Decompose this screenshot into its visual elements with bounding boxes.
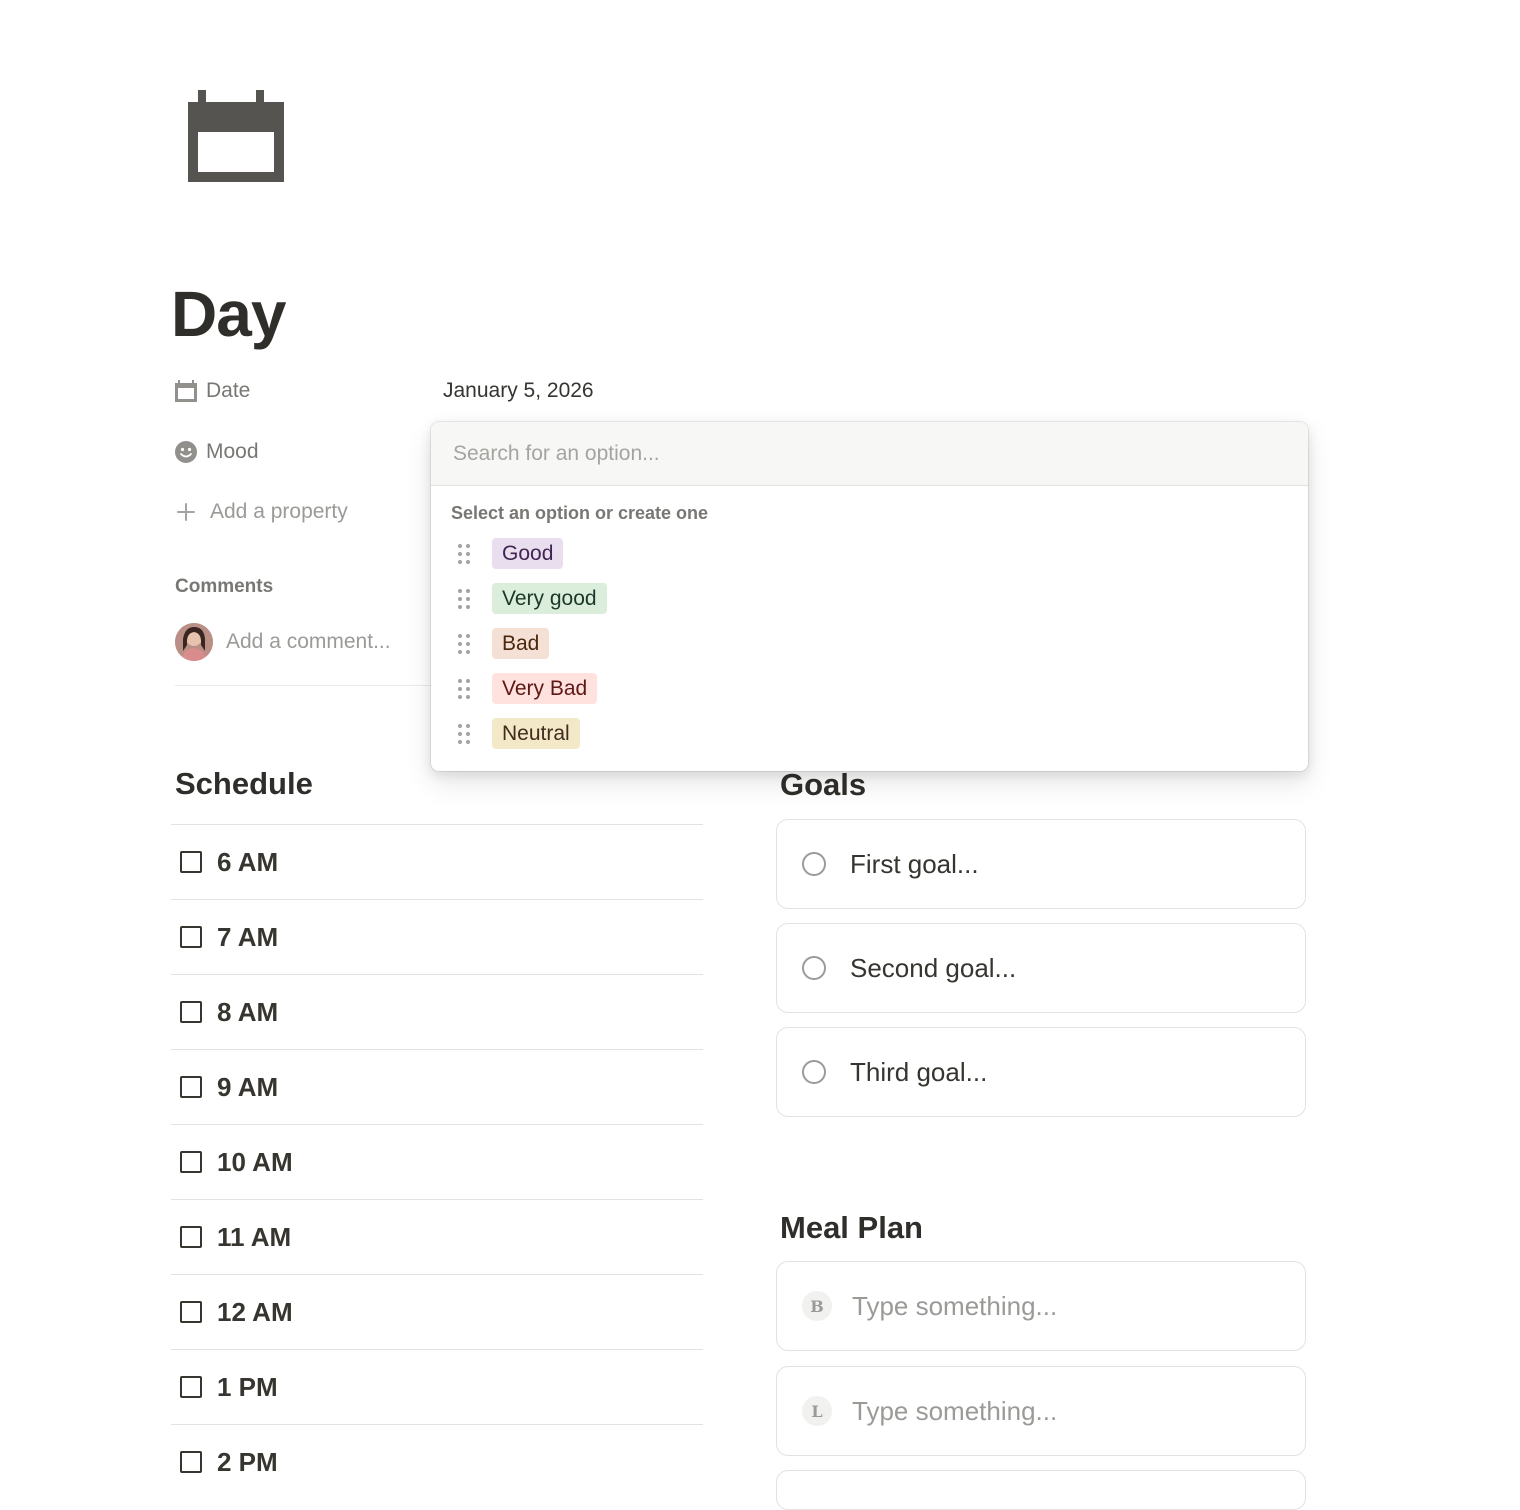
checkbox[interactable] <box>180 1451 202 1473</box>
property-mood[interactable]: Mood <box>174 432 259 472</box>
schedule-item[interactable]: 6 AM <box>171 824 703 899</box>
schedule-item-label: 8 AM <box>217 996 279 1027</box>
meal-input[interactable]: Type something... <box>852 1396 1057 1427</box>
mood-option[interactable]: Neutral <box>431 711 1308 756</box>
schedule-item-label: 6 AM <box>217 846 279 877</box>
option-tag[interactable]: Bad <box>492 628 550 659</box>
checkbox[interactable] <box>180 926 202 948</box>
circle-checkbox-icon[interactable] <box>802 1060 826 1084</box>
drag-handle-icon[interactable] <box>457 543 471 565</box>
mood-option[interactable]: Good <box>431 531 1308 576</box>
schedule-item-label: 7 AM <box>217 921 279 952</box>
schedule-item-label: 10 AM <box>217 1146 293 1177</box>
schedule-item-label: 12 AM <box>217 1296 293 1327</box>
goals-heading: Goals <box>780 767 867 802</box>
comments-label: Comments <box>175 576 274 597</box>
calendar-small-icon <box>175 380 197 402</box>
checkbox[interactable] <box>180 1001 202 1023</box>
meal-card-lunch[interactable]: L Type something... <box>776 1366 1306 1456</box>
goal-text[interactable]: Second goal... <box>850 953 1016 984</box>
checkbox[interactable] <box>180 1151 202 1173</box>
smiley-icon <box>175 441 197 463</box>
schedule-item[interactable]: 2 PM <box>171 1424 703 1499</box>
checkbox[interactable] <box>180 851 202 873</box>
add-property-button[interactable]: Add a property <box>174 492 348 532</box>
goal-card[interactable]: Second goal... <box>776 923 1306 1013</box>
schedule-heading: Schedule <box>175 766 313 801</box>
option-search-input[interactable] <box>451 440 1275 467</box>
schedule-item[interactable]: 1 PM <box>171 1349 703 1424</box>
lunch-badge: L <box>802 1396 832 1426</box>
schedule-item[interactable]: 10 AM <box>171 1124 703 1199</box>
calendar-icon[interactable] <box>186 90 286 184</box>
meal-input[interactable]: Type something... <box>852 1291 1057 1322</box>
add-property-label: Add a property <box>210 500 348 523</box>
goal-card[interactable]: Third goal... <box>776 1027 1306 1117</box>
circle-checkbox-icon[interactable] <box>802 852 826 876</box>
checkbox[interactable] <box>180 1076 202 1098</box>
mood-option[interactable]: Bad <box>431 621 1308 666</box>
drag-handle-icon[interactable] <box>457 633 471 655</box>
option-tag[interactable]: Neutral <box>492 718 580 749</box>
drag-handle-icon[interactable] <box>457 678 471 700</box>
option-tag[interactable]: Very Bad <box>492 673 598 704</box>
schedule-item[interactable]: 11 AM <box>171 1199 703 1274</box>
checkbox[interactable] <box>180 1376 202 1398</box>
avatar <box>175 623 213 661</box>
comments-divider <box>175 685 440 686</box>
option-tag[interactable]: Very good <box>492 583 607 614</box>
date-value[interactable]: January 5, 2026 <box>443 371 594 411</box>
mood-option[interactable]: Very Bad <box>431 666 1308 711</box>
option-tag[interactable]: Good <box>492 538 564 569</box>
schedule-item-label: 1 PM <box>217 1371 278 1402</box>
goal-text[interactable]: First goal... <box>850 849 979 880</box>
schedule-item[interactable]: 9 AM <box>171 1049 703 1124</box>
property-date[interactable]: Date <box>174 371 250 411</box>
schedule-item[interactable]: 8 AM <box>171 974 703 1049</box>
schedule-item-label: 11 AM <box>217 1221 292 1252</box>
schedule-item-label: 2 PM <box>217 1446 278 1477</box>
page-title[interactable]: Day <box>171 276 286 352</box>
breakfast-badge: B <box>802 1291 832 1321</box>
property-mood-label: Mood <box>206 440 259 463</box>
goal-text[interactable]: Third goal... <box>850 1057 987 1088</box>
schedule-item-label: 9 AM <box>217 1071 279 1102</box>
meal-card-dinner[interactable] <box>776 1470 1306 1510</box>
checkbox[interactable] <box>180 1301 202 1323</box>
dropdown-hint: Select an option or create one <box>451 503 709 523</box>
meal-plan-heading: Meal Plan <box>780 1210 923 1245</box>
property-date-label: Date <box>206 379 251 402</box>
dropdown-search-bar <box>431 422 1308 486</box>
drag-handle-icon[interactable] <box>457 588 471 610</box>
meal-card-breakfast[interactable]: B Type something... <box>776 1261 1306 1351</box>
schedule-item[interactable]: 12 AM <box>171 1274 703 1349</box>
comment-input[interactable]: Add a comment... <box>226 626 391 658</box>
circle-checkbox-icon[interactable] <box>802 956 826 980</box>
mood-select-dropdown[interactable]: Select an option or create one Good Very … <box>431 422 1308 771</box>
option-list: Good Very good Bad Very Bad Neutral <box>431 531 1308 756</box>
schedule-item[interactable]: 7 AM <box>171 899 703 974</box>
goal-card[interactable]: First goal... <box>776 819 1306 909</box>
schedule-list: 6 AM 7 AM 8 AM 9 AM 10 AM 11 AM 12 AM 1 … <box>171 824 703 1499</box>
mood-option[interactable]: Very good <box>431 576 1308 621</box>
drag-handle-icon[interactable] <box>457 723 471 745</box>
plus-icon <box>177 503 195 521</box>
checkbox[interactable] <box>180 1226 202 1248</box>
